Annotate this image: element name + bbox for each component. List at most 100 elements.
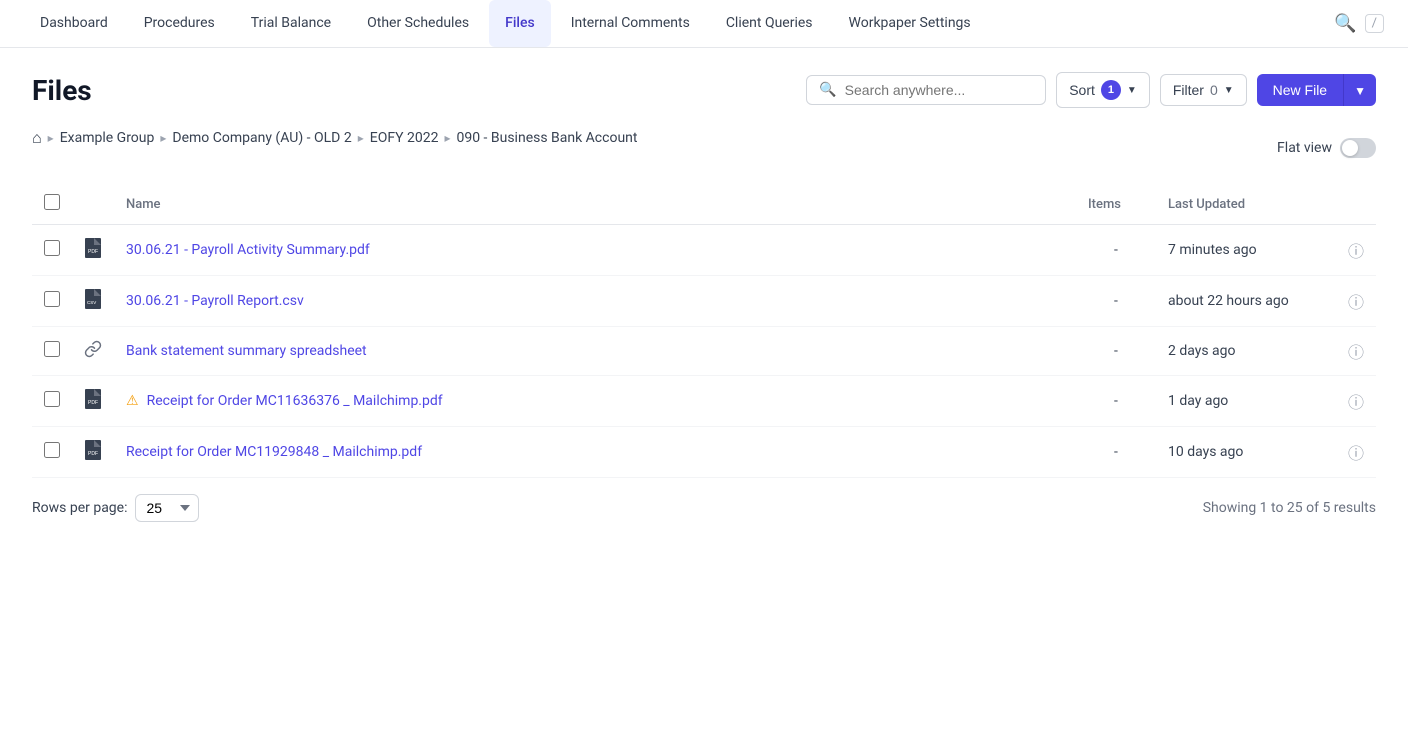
row-items-cell: - <box>1076 327 1156 376</box>
info-icon[interactable]: ⓘ <box>1348 242 1364 261</box>
file-type-icon: PDF <box>84 247 102 263</box>
file-type-icon <box>84 346 102 362</box>
row-checkbox[interactable] <box>44 341 60 357</box>
toggle-knob <box>1342 140 1358 156</box>
row-items-cell: - <box>1076 276 1156 327</box>
nav-item-procedures[interactable]: Procedures <box>128 0 231 47</box>
warning-icon: ⚠ <box>126 393 139 409</box>
info-icon[interactable]: ⓘ <box>1348 343 1364 362</box>
row-icon-cell <box>72 327 114 376</box>
file-type-icon: PDF <box>84 398 102 414</box>
row-info-cell: ⓘ <box>1336 376 1376 427</box>
row-last-updated-cell: 10 days ago <box>1156 427 1336 478</box>
row-info-cell: ⓘ <box>1336 276 1376 327</box>
page-title: Files <box>32 74 92 107</box>
row-checkbox-cell <box>32 327 72 376</box>
table-row: PDF 30.06.21 - Payroll Activity Summary.… <box>32 225 1376 276</box>
sort-badge: 1 <box>1101 80 1121 100</box>
breadcrumb-business-bank[interactable]: 090 - Business Bank Account <box>456 130 637 146</box>
table-row: PDF ⚠ Receipt for Order MC11636376 _ Mai… <box>32 376 1376 427</box>
search-icon[interactable]: 🔍 <box>1334 13 1356 34</box>
pagination-bar: Rows per page: 25 10 50 100 Showing 1 to… <box>32 478 1376 522</box>
new-file-chevron-icon: ▼ <box>1354 84 1366 98</box>
row-checkbox[interactable] <box>44 442 60 458</box>
row-last-updated-cell: about 22 hours ago <box>1156 276 1336 327</box>
info-icon[interactable]: ⓘ <box>1348 293 1364 312</box>
file-name-link[interactable]: 30.06.21 - Payroll Activity Summary.pdf <box>126 242 370 258</box>
flat-view-container: Flat view <box>1277 138 1376 158</box>
svg-text:PDF: PDF <box>88 400 98 406</box>
row-checkbox-cell <box>32 427 72 478</box>
new-file-btn-group: New File ▼ <box>1257 74 1376 106</box>
select-all-checkbox[interactable] <box>44 194 60 210</box>
breadcrumb-eofy[interactable]: EOFY 2022 <box>370 130 439 146</box>
header-info-col <box>1336 184 1376 225</box>
row-name-cell: Receipt for Order MC11929848 _ Mailchimp… <box>114 427 1076 478</box>
nav-item-files[interactable]: Files <box>489 0 551 47</box>
nav-item-internal-comments[interactable]: Internal Comments <box>555 0 706 47</box>
filter-button[interactable]: Filter 0 ▼ <box>1160 74 1247 106</box>
filter-label: Filter <box>1173 82 1204 98</box>
nav-item-client-queries[interactable]: Client Queries <box>710 0 829 47</box>
table-row: Bank statement summary spreadsheet - 2 d… <box>32 327 1376 376</box>
filter-chevron-icon: ▼ <box>1224 85 1234 96</box>
search-box[interactable]: 🔍 <box>806 75 1046 105</box>
header-select-all <box>32 184 72 225</box>
rows-per-page-select[interactable]: 25 10 50 100 <box>135 494 199 522</box>
header-name: Name <box>114 184 1076 225</box>
svg-text:PDF: PDF <box>88 249 98 255</box>
file-type-icon: PDF <box>84 449 102 465</box>
row-items-cell: - <box>1076 376 1156 427</box>
row-info-cell: ⓘ <box>1336 225 1376 276</box>
row-last-updated-cell: 1 day ago <box>1156 376 1336 427</box>
row-items-cell: - <box>1076 427 1156 478</box>
nav-item-dashboard[interactable]: Dashboard <box>24 0 124 47</box>
nav-search-area: 🔍 / <box>1334 13 1384 34</box>
sort-button[interactable]: Sort 1 ▼ <box>1056 72 1150 108</box>
breadcrumb-sep-2: ▸ <box>160 131 166 145</box>
file-name-link[interactable]: Receipt for Order MC11929848 _ Mailchimp… <box>126 444 422 460</box>
row-checkbox-cell <box>32 276 72 327</box>
row-checkbox-cell <box>32 376 72 427</box>
file-name-link[interactable]: Bank statement summary spreadsheet <box>126 343 367 359</box>
header-icon-col <box>72 184 114 225</box>
breadcrumb-example-group[interactable]: Example Group <box>60 130 155 146</box>
main-content: Files 🔍 Sort 1 ▼ Filter 0 ▼ New File <box>0 48 1408 546</box>
breadcrumb: ⌂ ▸ Example Group ▸ Demo Company (AU) - … <box>32 128 637 148</box>
row-info-cell: ⓘ <box>1336 427 1376 478</box>
header-last-updated: Last Updated <box>1156 184 1336 225</box>
row-icon-cell: PDF <box>72 225 114 276</box>
showing-text: Showing 1 to 25 of 5 results <box>1203 500 1376 516</box>
svg-text:PDF: PDF <box>88 451 98 457</box>
file-name-link[interactable]: Receipt for Order MC11636376 _ Mailchimp… <box>147 393 443 409</box>
row-name-cell: 30.06.21 - Payroll Activity Summary.pdf <box>114 225 1076 276</box>
breadcrumb-demo-company[interactable]: Demo Company (AU) - OLD 2 <box>172 130 351 146</box>
nav-item-other-schedules[interactable]: Other Schedules <box>351 0 485 47</box>
flat-view-toggle[interactable] <box>1340 138 1376 158</box>
file-name-link[interactable]: 30.06.21 - Payroll Report.csv <box>126 293 304 309</box>
new-file-button[interactable]: New File <box>1257 74 1343 106</box>
row-checkbox[interactable] <box>44 291 60 307</box>
svg-text:CSV: CSV <box>87 300 96 305</box>
search-input[interactable] <box>845 82 1034 98</box>
row-checkbox[interactable] <box>44 240 60 256</box>
sort-label: Sort <box>1069 82 1095 98</box>
row-checkbox[interactable] <box>44 391 60 407</box>
nav-item-workpaper-settings[interactable]: Workpaper Settings <box>833 0 987 47</box>
row-checkbox-cell <box>32 225 72 276</box>
breadcrumb-home-icon[interactable]: ⌂ <box>32 128 42 148</box>
nav-item-trial-balance[interactable]: Trial Balance <box>235 0 347 47</box>
files-table: Name Items Last Updated PDF 30.06.21 - P… <box>32 184 1376 478</box>
info-icon[interactable]: ⓘ <box>1348 444 1364 463</box>
sort-chevron-icon: ▼ <box>1127 85 1137 96</box>
breadcrumb-sep-1: ▸ <box>48 131 54 145</box>
rows-per-page-container: Rows per page: 25 10 50 100 <box>32 494 199 522</box>
header-items: Items <box>1076 184 1156 225</box>
row-name-cell: ⚠ Receipt for Order MC11636376 _ Mailchi… <box>114 376 1076 427</box>
row-info-cell: ⓘ <box>1336 327 1376 376</box>
breadcrumb-row: ⌂ ▸ Example Group ▸ Demo Company (AU) - … <box>32 128 1376 168</box>
flat-view-label: Flat view <box>1277 140 1332 156</box>
info-icon[interactable]: ⓘ <box>1348 393 1364 412</box>
new-file-dropdown-button[interactable]: ▼ <box>1343 74 1376 106</box>
breadcrumb-sep-3: ▸ <box>358 131 364 145</box>
